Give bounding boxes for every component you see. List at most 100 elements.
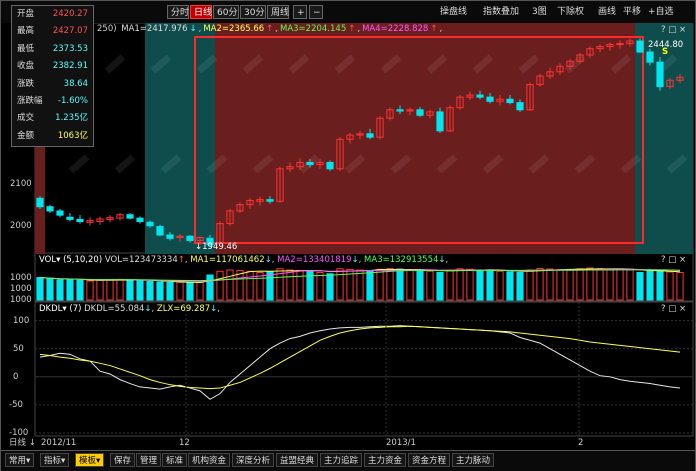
volume-bar	[326, 273, 334, 301]
period-tab-1[interactable]: 日线	[190, 5, 212, 19]
volume-bar	[186, 282, 194, 301]
bottom-tab-9[interactable]: 主力追踪	[320, 453, 363, 467]
period-tab-0[interactable]: 分时	[167, 5, 189, 19]
period-tab-4[interactable]: 周线	[267, 5, 289, 19]
volume-bar	[46, 278, 54, 301]
sell-signal-marker: S	[662, 47, 669, 57]
zoom-out-button[interactable]: −	[309, 5, 323, 19]
info-label: 开盘	[17, 9, 35, 19]
toolbar-menu-0[interactable]: 操盘线	[437, 5, 470, 19]
info-label: 收盘	[17, 61, 35, 72]
volume-bar	[646, 270, 654, 301]
toolbar-menu-4[interactable]: 画线	[595, 5, 619, 19]
vol-value-1: MA1=117061462	[190, 255, 265, 265]
bottom-tab-8[interactable]: 益盟经典	[276, 453, 319, 467]
volume-bar	[486, 270, 494, 301]
ma-separator: ,	[357, 24, 361, 34]
volume-bar	[136, 280, 144, 301]
bottom-tab-5[interactable]: 标准	[162, 453, 188, 467]
vol-legend: VOL▾ (5,10,20) VOL=123473334↑, MA1=11706…	[39, 255, 448, 266]
volume-bar	[166, 282, 174, 301]
volume-bar	[656, 270, 664, 301]
ma-separator: ,	[275, 24, 278, 34]
zone-red-main	[215, 23, 635, 254]
oscillator-pane	[34, 301, 694, 437]
volume-bar	[366, 270, 374, 301]
oscillator-axis-label: 100	[13, 315, 30, 326]
chart-canvas[interactable]	[1, 1, 695, 450]
candle-body	[416, 109, 424, 116]
info-row: 开盘 2420.27	[12, 6, 93, 23]
bottom-tab-bar: 常用▾ 指标▾ 模板▾ 保存 管理 标准 机构资金 深度分析 益盟经典 主力追踪 主力资金 资金方程主…	[1, 450, 695, 471]
volume-bar	[66, 279, 74, 301]
dkdl-help-controls[interactable]: ? □ ×	[661, 304, 686, 315]
volume-bar	[36, 277, 44, 301]
info-label: 最低	[17, 43, 35, 54]
trend-arrow-icon: ↓	[351, 255, 359, 265]
vol-value-2: MA2=133401819	[277, 255, 352, 265]
ma-value-2: MA2=2365.66	[203, 24, 265, 34]
vol-help-controls[interactable]: ? □ ×	[661, 255, 686, 266]
dkdl-legend: DKDL▾ (7) DKDL=55.084↓, ZLX=69.287↓,	[39, 304, 220, 315]
info-value: 2373.53	[52, 43, 88, 54]
toolbar-menu-3[interactable]: 下除权	[554, 5, 587, 19]
bottom-tab-3[interactable]: 保存	[110, 453, 136, 467]
dkdl-value-0: DKDL=55.084	[84, 304, 145, 314]
ma-legend-prefix: 250)	[97, 24, 117, 34]
candle-body	[156, 226, 164, 236]
zoom-in-button[interactable]: +	[293, 5, 307, 19]
period-tab-2[interactable]: 60分	[213, 5, 239, 19]
main-help-controls[interactable]: ? □ ×	[661, 25, 686, 36]
candle-body	[266, 199, 274, 202]
info-label: 涨跌幅	[17, 95, 43, 106]
ma-separator: ,	[198, 24, 202, 34]
bottom-tab-12[interactable]: 主力脉动	[452, 453, 495, 467]
volume-bar	[56, 279, 64, 301]
vol-indicator-name[interactable]: VOL▾	[39, 255, 60, 265]
period-selector: 日线 ↓	[9, 438, 36, 448]
bottom-tab-4[interactable]: 管理	[136, 453, 162, 467]
date-axis-label: 2012/11	[41, 438, 77, 448]
info-label: 涨跌	[17, 78, 35, 89]
info-row: 金额 1063亿	[12, 128, 93, 145]
bottom-tab-10[interactable]: 主力资金	[364, 453, 407, 467]
dkdl-indicator-name[interactable]: DKDL▾	[39, 304, 67, 314]
candle-body	[506, 98, 514, 104]
volume-axis-label: 1000	[10, 295, 32, 305]
info-value: -1.60%	[57, 95, 88, 106]
ma-value-1: MA1=2417.976	[121, 24, 188, 34]
candle-body	[656, 61, 664, 88]
price-axis-label: 2100	[10, 178, 32, 189]
trend-arrow-icon: ↓	[438, 255, 446, 265]
candle-body	[136, 217, 144, 222]
info-value: 2382.91	[52, 61, 88, 72]
ma-value-4: MA4=2228.828	[362, 24, 429, 34]
bottom-tab-11[interactable]: 资金方程	[408, 453, 451, 467]
bottom-tab-0[interactable]: 常用▾	[5, 453, 35, 467]
ma-legend-items: MA1=2417.976 ↓, MA2=2365.66 ↑, MA3=2204.145 ↑…	[121, 24, 444, 34]
volume-bar	[636, 272, 644, 301]
bottom-tab-6[interactable]: 机构资金	[188, 453, 231, 467]
ma-trend-arrow-icon: ↑	[266, 24, 274, 34]
ma-trend-arrow-icon: ↑	[430, 24, 438, 34]
toolbar-menu-5[interactable]: 平移	[620, 5, 644, 19]
period-tab-3[interactable]: 30分	[240, 5, 266, 19]
top-toolbar: 分时 日线 60分 30分 周线 + − 操盘线 指数叠加 3图 下除权 画线 平移 +自选	[1, 1, 695, 23]
bottom-tab-7[interactable]: 深度分析	[232, 453, 275, 467]
info-value: 38.64	[63, 78, 88, 89]
dkdl-value-1: ZLX=69.287	[156, 304, 211, 314]
toolbar-menu-6[interactable]: +自选	[645, 5, 677, 19]
bottom-tab-2[interactable]: 模板▾	[75, 453, 105, 467]
toolbar-menu-2[interactable]: 3图	[529, 5, 550, 19]
ma-trend-arrow-icon: ↑	[348, 24, 356, 34]
toolbar-menu-1[interactable]: 指数叠加	[480, 5, 522, 19]
volume-bar	[516, 272, 524, 301]
info-label: 最高	[17, 26, 35, 37]
date-axis-label: 12	[179, 438, 190, 448]
candle-body	[436, 111, 444, 132]
volume-bar	[206, 274, 214, 301]
ma-separator: ,	[439, 24, 443, 34]
candle-body	[326, 161, 334, 170]
bottom-tab-1[interactable]: 指标▾	[40, 453, 70, 467]
ma-trend-arrow-icon: ↓	[189, 24, 197, 34]
